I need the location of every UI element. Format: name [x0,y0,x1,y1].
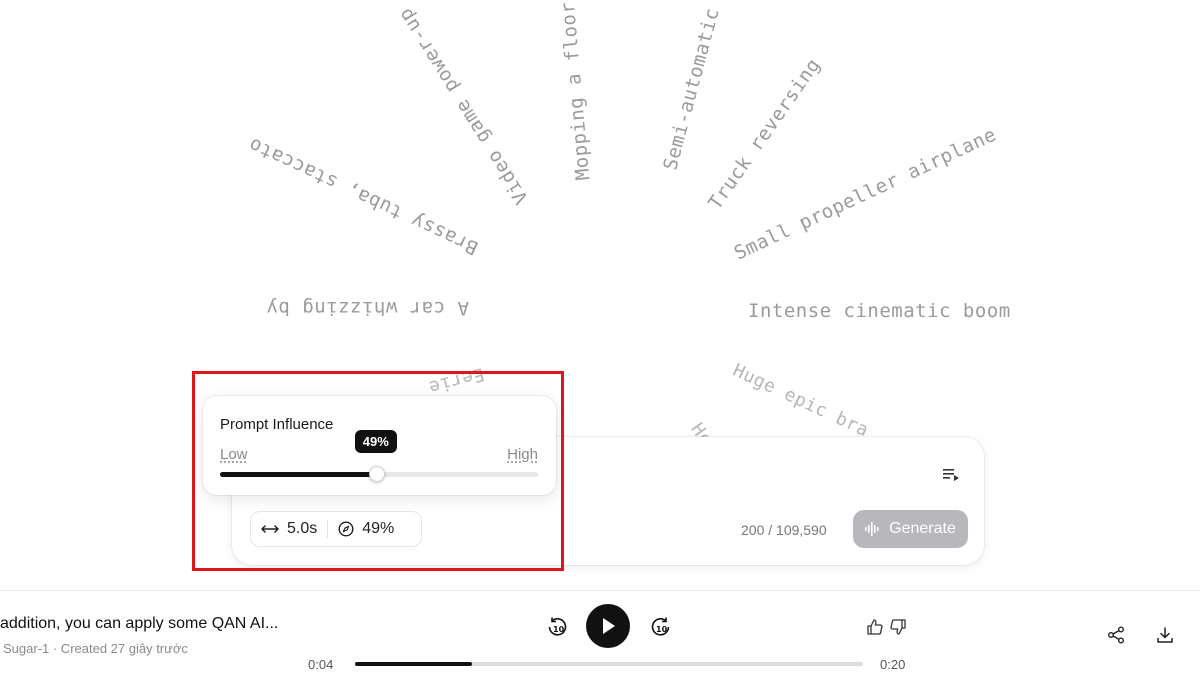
word-huge-epic: Huge epic bra [729,359,872,442]
slider-thumb[interactable] [368,466,385,482]
generate-label: Generate [889,520,956,537]
download-icon[interactable] [1156,626,1174,644]
slider-value-tooltip: 49% [354,430,397,453]
generation-settings: 5.0s 49% [250,511,422,547]
high-label: High [507,446,538,463]
prompt-influence-slider[interactable] [220,466,538,482]
track-title: addition, you can apply some QAN AI... [0,615,279,632]
word-video-game-power-up: Video game power-up [393,3,533,209]
word-semi-automatic: Semi-automatic [659,5,724,173]
word-eerie: Eerie [426,363,487,398]
play-icon [600,617,616,635]
thumbs-down-icon[interactable] [889,618,907,636]
chip-divider [327,520,329,538]
total-time: 0:20 [880,657,906,672]
duration-value: 5.0s [287,520,318,537]
elapsed-time: 0:04 [308,657,334,672]
playback-progress-bar[interactable] [355,662,863,666]
word-truck-reversing: Truck reversing [704,54,825,214]
arrows-horizontal-icon [261,524,279,534]
popover-title: Prompt Influence [220,416,334,433]
word-intense-cinematic-boom: Intense cinematic boom [748,300,1011,322]
share-icon[interactable] [1107,626,1125,644]
word-car-whizzing-by: A car whizzing by [266,297,469,319]
rewind-10-button[interactable]: 10 [546,616,568,638]
track-meta: Sugar-1 · Created 27 giây trước [3,641,188,656]
playback-progress-fill [355,662,472,666]
low-label: Low [220,446,248,463]
svg-text:10: 10 [656,625,668,634]
word-mopping-a-floor: Mopping a floor [556,0,595,182]
duration-setting[interactable]: 5.0s [261,520,317,538]
slider-fill [220,472,376,477]
character-count: 200 / 109,590 [741,522,827,538]
generate-button[interactable]: Generate [853,510,968,548]
audio-player-bar: addition, you can apply some QAN AI... S… [0,590,1200,676]
thumbs-up-icon[interactable] [866,618,884,636]
word-brassy-tuba: Brassy tuba, staccato [245,133,482,259]
influence-value: 49% [362,520,395,537]
queue-list-icon[interactable] [942,467,960,481]
compass-icon [338,521,354,537]
forward-10-button[interactable]: 10 [650,616,672,638]
svg-text:10: 10 [553,625,565,634]
prompt-influence-setting[interactable]: 49% [338,520,394,538]
waveform-icon [865,522,881,536]
play-button[interactable] [586,604,630,648]
word-small-propeller-airplane: Small propeller airplane [730,123,1000,265]
prompt-influence-popover: Prompt Influence Low High 49% [203,396,556,495]
